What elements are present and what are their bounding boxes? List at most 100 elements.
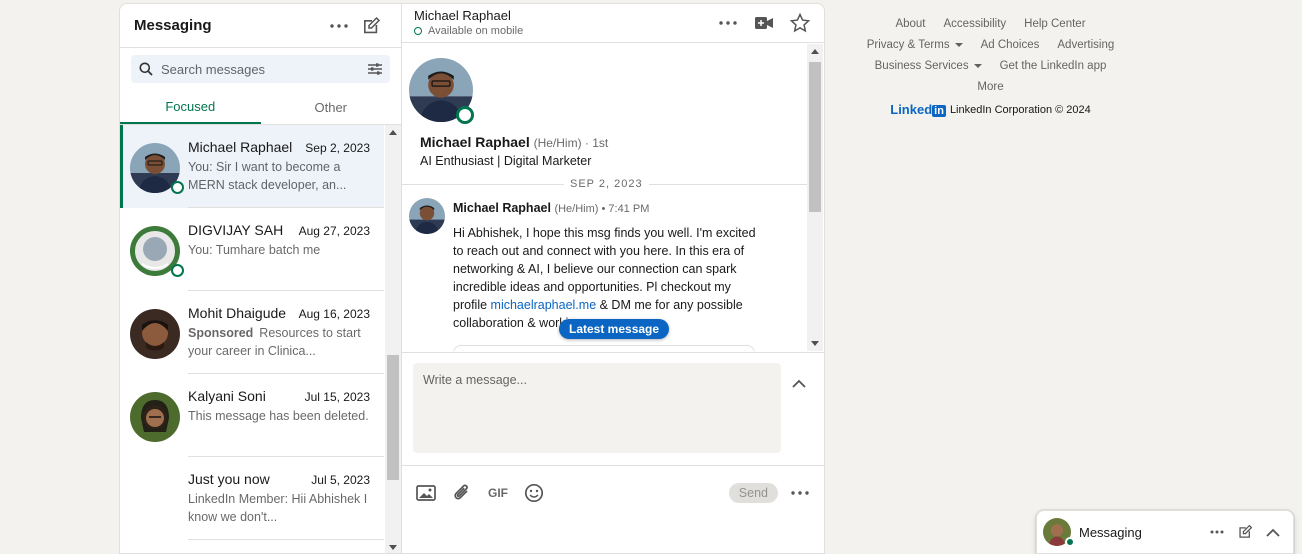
conversation-snippet: Sponsored Resources to start your career … (188, 324, 370, 360)
footer-link-privacy-terms[interactable]: Privacy & Terms (867, 39, 963, 51)
minimized-messaging-title[interactable]: Messaging (1079, 525, 1203, 540)
profile-pronouns-degree: (He/Him) · 1st (533, 136, 609, 150)
search-icon (139, 62, 153, 76)
video-call-button[interactable] (748, 7, 780, 39)
conversation-name: Just you now (188, 471, 270, 487)
ellipsis-icon (719, 21, 737, 25)
emoji-icon (524, 483, 544, 503)
minimized-compose-button[interactable] (1231, 518, 1259, 546)
footer-link-help-center[interactable]: Help Center (1024, 18, 1085, 30)
compose-icon (364, 16, 381, 33)
profile-name-line: Michael Raphael (He/Him) · 1st (420, 134, 608, 150)
minimized-more-options-button[interactable] (1203, 518, 1231, 546)
scrollbar-thumb[interactable] (809, 62, 821, 212)
scroll-down-arrow-icon[interactable] (389, 545, 397, 550)
business-services-label: Business Services (874, 60, 969, 72)
conversation-body: Mohit Dhaigude Aug 16, 2023 Sponsored Res… (188, 291, 384, 374)
thread-more-options-button[interactable] (712, 7, 744, 39)
emoji-button[interactable] (520, 479, 548, 507)
compose-more-options-button[interactable] (786, 479, 814, 507)
thread-pane: Michael Raphael Available on mobile Mich… (402, 4, 824, 553)
latest-message-button[interactable]: Latest message (559, 319, 670, 339)
footer-row: Privacy & Terms Ad Choices Advertising (843, 39, 1138, 51)
footer-link-accessibility[interactable]: Accessibility (944, 18, 1007, 30)
ellipsis-icon (330, 23, 348, 28)
footer-link-get-app[interactable]: Get the LinkedIn app (1000, 60, 1107, 72)
conversation-item[interactable]: DIGVIJAY SAH Aug 27, 2023 You: Tumhare b… (120, 208, 384, 291)
more-options-button[interactable] (323, 10, 355, 42)
message-input[interactable] (413, 363, 781, 453)
avatar-container (120, 374, 188, 457)
mobile-status-icon (414, 27, 422, 35)
search-input[interactable] (161, 61, 368, 77)
attach-file-button[interactable] (448, 479, 476, 507)
send-button[interactable]: Send (728, 483, 778, 503)
conversation-list: Michael Raphael Sep 2, 2023 You: Sir I w… (120, 125, 384, 553)
expand-compose-button[interactable] (787, 371, 811, 395)
star-conversation-button[interactable] (784, 7, 816, 39)
profile-name[interactable]: Michael Raphael (420, 134, 530, 150)
minimized-messaging-bar[interactable]: Messaging (1036, 510, 1294, 554)
tab-focused[interactable]: Focused (120, 90, 261, 124)
conversation-name: DIGVIJAY SAH (188, 222, 284, 238)
footer-link-ad-choices[interactable]: Ad Choices (981, 39, 1040, 51)
caret-down-icon (954, 42, 963, 47)
compose-icon (1239, 524, 1253, 538)
avatar-container (120, 457, 188, 540)
conversation-item[interactable]: Michael Raphael Sep 2, 2023 You: Sir I w… (120, 125, 384, 208)
conversation-body: Michael Raphael Sep 2, 2023 You: Sir I w… (188, 125, 384, 208)
messaging-panel: Messaging Focused Other (119, 3, 825, 554)
link-preview-card[interactable] (453, 345, 755, 351)
ellipsis-icon (791, 491, 809, 495)
ellipsis-icon (1210, 530, 1224, 534)
conversation-snippet: This message has been deleted. (188, 409, 369, 423)
online-indicator (1065, 537, 1075, 547)
thread-actions (712, 7, 816, 39)
message-meta: Michael Raphael (He/Him) • 7:41 PM (453, 201, 649, 215)
search-bar (131, 55, 390, 83)
conversation-item[interactable]: Just you now Jul 5, 2023 LinkedIn Member… (120, 457, 384, 540)
footer-row: Business Services Get the LinkedIn app (843, 60, 1138, 72)
filter-icon[interactable] (368, 62, 382, 76)
compose-new-message-button[interactable] (355, 10, 387, 42)
footer-link-business-services[interactable]: Business Services (875, 60, 982, 72)
footer-row: More (843, 81, 1138, 93)
linkedin-logo: Linked in (890, 102, 946, 117)
conversation-name: Mohit Dhaigude (188, 305, 287, 321)
conversation-item[interactable]: Kalyani Soni Jul 15, 2023 This message h… (120, 374, 384, 457)
gif-button[interactable]: GIF (484, 479, 512, 507)
footer-link-more[interactable]: More (977, 81, 1003, 93)
avatar (130, 392, 180, 442)
attach-image-button[interactable] (412, 479, 440, 507)
conversation-name: Kalyani Soni (188, 388, 266, 404)
conversation-item[interactable]: Mohit Dhaigude Aug 16, 2023 Sponsored Res… (120, 291, 384, 374)
compose-toolbar: GIF Send (402, 465, 824, 520)
scrollbar-thumb[interactable] (387, 355, 399, 480)
footer-link-advertising[interactable]: Advertising (1057, 39, 1114, 51)
logo-wordmark: Linked (890, 102, 933, 117)
conversation-tabs: Focused Other (120, 90, 401, 125)
thread-scrollbar[interactable] (807, 44, 823, 351)
avatar-container (123, 125, 188, 208)
footer-link-about[interactable]: About (895, 18, 925, 30)
expand-messaging-button[interactable] (1259, 518, 1287, 546)
message-sender-name[interactable]: Michael Raphael (453, 201, 551, 215)
scroll-down-arrow-icon[interactable] (811, 341, 819, 346)
conversation-name: Michael Raphael (188, 139, 293, 155)
conversation-date: Aug 27, 2023 (298, 224, 370, 238)
conversation-list-scrollbar[interactable] (385, 125, 401, 553)
avatar-container (120, 208, 188, 291)
tab-other[interactable]: Other (261, 90, 402, 124)
conversation-date: Sep 2, 2023 (305, 141, 370, 155)
conversation-snippet: You: Sir I want to become a MERN stack d… (188, 160, 347, 192)
scroll-up-arrow-icon[interactable] (811, 49, 819, 54)
avatar-container (120, 291, 188, 374)
profile-link[interactable]: michaelraphael.me (491, 298, 597, 312)
conversation-snippet: You: Tumhare batch me (188, 243, 321, 257)
conversation-list-pane: Messaging Focused Other (120, 4, 402, 553)
message-sender-avatar[interactable] (409, 198, 445, 234)
conversation-body: Kalyani Soni Jul 15, 2023 This message h… (188, 374, 384, 457)
profile-headline: AI Enthusiast | Digital Marketer (420, 154, 592, 168)
messaging-header: Messaging (120, 4, 401, 48)
scroll-up-arrow-icon[interactable] (389, 130, 397, 135)
